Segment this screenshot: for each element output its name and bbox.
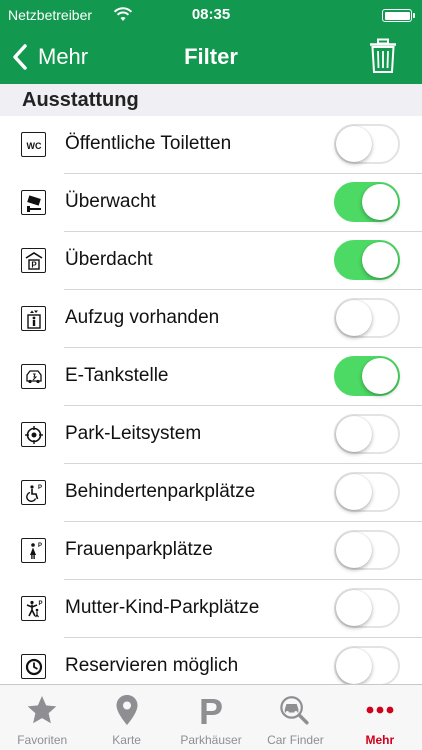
filter-list: WC Öffentliche Toiletten Überwacht P Übe… xyxy=(0,116,422,696)
chevron-left-icon xyxy=(13,44,27,70)
toggle-switch[interactable] xyxy=(334,240,400,280)
section-header: Ausstattung xyxy=(0,84,422,116)
toggle-switch[interactable] xyxy=(334,414,400,454)
svg-text:P: P xyxy=(38,601,42,607)
svg-text:P: P xyxy=(37,543,41,549)
toggle-switch[interactable] xyxy=(334,182,400,222)
status-time: 08:35 xyxy=(191,6,231,23)
toggle-switch[interactable] xyxy=(334,530,400,570)
svg-text:P: P xyxy=(31,260,37,269)
tab-label: Karte xyxy=(112,733,141,747)
toggle-switch[interactable] xyxy=(334,588,400,628)
tab-label: Car Finder xyxy=(267,733,324,747)
tab-favoriten[interactable]: Favoriten xyxy=(0,685,84,750)
wc-icon: WC xyxy=(21,132,46,157)
tab-car-finder[interactable]: Car Finder xyxy=(253,685,337,750)
filter-label: Öffentliche Toiletten xyxy=(65,133,232,154)
star-icon xyxy=(25,693,59,727)
more-dots-icon xyxy=(363,693,397,727)
battery-icon xyxy=(382,9,415,22)
filter-row-monitored: Überwacht xyxy=(0,174,422,232)
tab-label: Parkhäuser xyxy=(180,733,242,747)
filter-row-guidance: Park-Leitsystem xyxy=(0,406,422,464)
tab-bar: Favoriten Karte P Parkhäuser Car Finder xyxy=(0,684,422,750)
filter-row-toilets: WC Öffentliche Toiletten xyxy=(0,116,422,174)
svg-text:P: P xyxy=(37,485,41,491)
parking-p-icon: P xyxy=(194,693,228,727)
women-parking-icon: P xyxy=(21,538,46,563)
filter-row-women-parking: P Frauenparkplätze xyxy=(0,522,422,580)
section-title: Ausstattung xyxy=(22,89,139,111)
filter-row-ev-charging: E-Tankstelle xyxy=(0,348,422,406)
navigation-bar: Mehr Filter xyxy=(0,30,422,84)
back-button[interactable]: Mehr xyxy=(10,30,88,84)
trash-icon[interactable] xyxy=(368,38,398,74)
filter-row-elevator: Aufzug vorhanden xyxy=(0,290,422,348)
toggle-switch[interactable] xyxy=(334,298,400,338)
filter-row-covered: P Überdacht xyxy=(0,232,422,290)
car-finder-icon xyxy=(278,693,312,727)
ev-charging-icon xyxy=(21,364,46,389)
toggle-switch[interactable] xyxy=(334,472,400,512)
toggle-switch[interactable] xyxy=(334,646,400,686)
svg-text:P: P xyxy=(199,693,223,727)
filter-row-family-parking: P Mutter-Kind-Parkplätze xyxy=(0,580,422,638)
elevator-icon xyxy=(21,306,46,331)
tab-mehr[interactable]: Mehr xyxy=(338,685,422,750)
filter-label: Park-Leitsystem xyxy=(65,423,202,444)
toggle-switch[interactable] xyxy=(334,356,400,396)
filter-label: Behindertenparkplätze xyxy=(65,481,256,502)
filter-row-disabled-parking: P Behindertenparkplätze xyxy=(0,464,422,522)
svg-text:WC: WC xyxy=(26,141,41,151)
family-parking-icon: P xyxy=(21,596,46,621)
filter-label: Reservieren möglich xyxy=(65,655,239,676)
covered-parking-icon: P xyxy=(21,248,46,273)
back-label: Mehr xyxy=(38,44,89,69)
camera-icon xyxy=(21,190,46,215)
status-bar: Netzbetreiber 08:35 xyxy=(0,0,422,30)
wheelchair-icon: P xyxy=(21,480,46,505)
filter-label: Überdacht xyxy=(65,249,153,270)
reservation-icon xyxy=(21,654,46,679)
tab-karte[interactable]: Karte xyxy=(84,685,168,750)
filter-label: E-Tankstelle xyxy=(65,365,169,386)
tab-label: Mehr xyxy=(365,733,395,747)
filter-label: Mutter-Kind-Parkplätze xyxy=(65,597,260,618)
tab-label: Favoriten xyxy=(17,733,68,747)
guidance-system-icon xyxy=(21,422,46,447)
toggle-switch[interactable] xyxy=(334,124,400,164)
filter-label: Aufzug vorhanden xyxy=(65,307,220,328)
map-pin-icon xyxy=(110,693,144,727)
tab-parkhaeuser[interactable]: P Parkhäuser xyxy=(169,685,253,750)
filter-label: Überwacht xyxy=(65,191,156,212)
filter-label: Frauenparkplätze xyxy=(65,539,213,560)
